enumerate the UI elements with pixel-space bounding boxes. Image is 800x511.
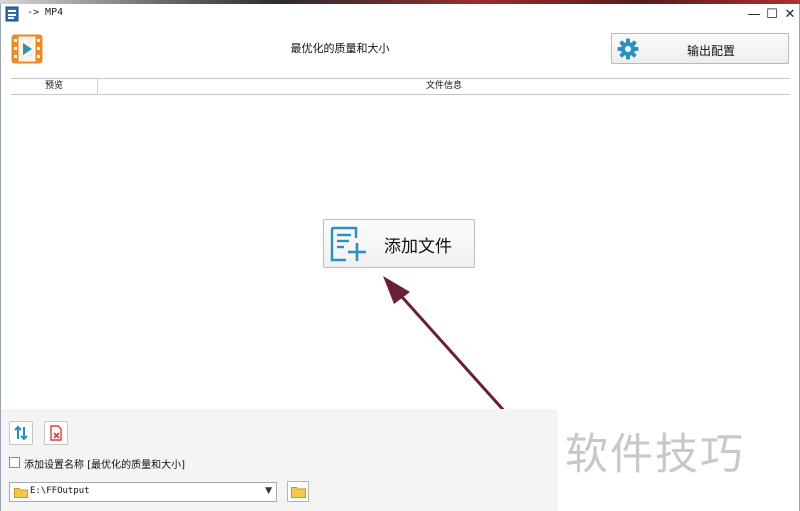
sort-button[interactable]	[9, 421, 33, 445]
gear-icon	[617, 38, 639, 60]
output-config-label: 输出配置	[686, 44, 735, 58]
add-preset-name-checkbox[interactable]	[9, 457, 20, 468]
app-icon	[5, 6, 19, 22]
delete-file-button[interactable]	[44, 421, 68, 445]
output-path-value: E:\FFOutput	[30, 486, 90, 496]
window-title: -> MP4	[27, 7, 64, 18]
browse-folder-button[interactable]	[287, 481, 309, 502]
title-bar: -> MP4 — ☐ ✕	[0, 4, 800, 24]
open-folder-icon	[291, 487, 306, 498]
add-preset-name-label: 添加设置名称 [最优化的质量和大小]	[24, 460, 185, 471]
file-table-header: 预览 文件信息	[11, 78, 790, 95]
add-file-label: 添加文件	[384, 237, 452, 257]
minimize-button[interactable]: —	[745, 5, 763, 23]
column-header-preview[interactable]: 预览	[11, 79, 98, 94]
video-file-icon	[11, 34, 43, 64]
watermark-text: 软件技巧	[565, 430, 745, 480]
delete-file-icon	[50, 425, 62, 441]
add-file-button[interactable]: 添加文件	[323, 219, 475, 268]
add-list-icon	[330, 226, 366, 262]
folder-icon	[14, 488, 28, 498]
sort-arrows-icon	[14, 425, 28, 441]
output-config-button[interactable]: 输出配置	[611, 33, 789, 64]
maximize-button[interactable]: ☐	[763, 5, 781, 23]
preset-title: 最优化的质量和大小	[290, 42, 390, 55]
close-button[interactable]: ✕	[781, 5, 799, 23]
column-header-file-info[interactable]: 文件信息	[98, 79, 790, 94]
output-path-dropdown[interactable]: E:\FFOutput ▼	[9, 482, 277, 502]
chevron-down-icon[interactable]: ▼	[265, 486, 272, 496]
